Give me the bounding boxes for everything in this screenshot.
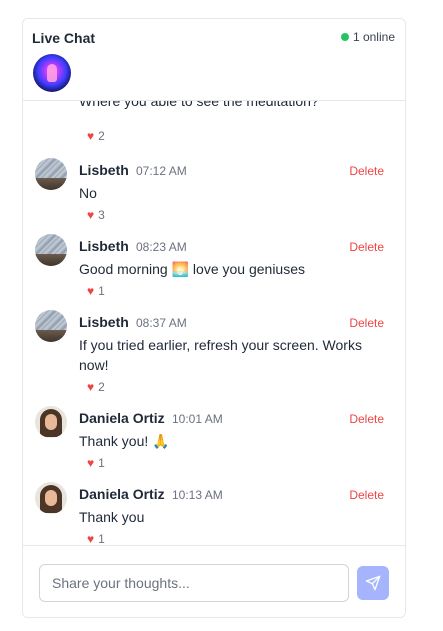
author-name: Lisbeth: [79, 314, 129, 330]
avatar[interactable]: [35, 158, 67, 190]
message-time: 08:23 AM: [136, 240, 187, 254]
message-text: No: [79, 185, 97, 201]
delete-button[interactable]: Delete: [349, 164, 384, 178]
message-text: Thank you! 🙏: [79, 433, 170, 449]
chat-header: Live Chat 1 online: [23, 19, 405, 101]
message-time: 08:37 AM: [136, 316, 187, 330]
heart-icon: ♥: [87, 208, 95, 222]
message-text: Thank you: [79, 509, 145, 525]
heart-icon: ♥: [87, 380, 95, 394]
message-time: 07:12 AM: [136, 164, 187, 178]
author-name: Daniela Ortiz: [79, 410, 165, 426]
avatar[interactable]: [35, 234, 67, 266]
host-avatar[interactable]: [33, 54, 71, 92]
avatar[interactable]: [35, 310, 67, 342]
heart-icon: ♥: [87, 532, 95, 545]
like-count: 1: [98, 456, 105, 470]
like-button[interactable]: ♥ 3: [87, 208, 105, 222]
message-input[interactable]: [39, 564, 349, 602]
message-text: Good morning 🌅 love you geniuses: [79, 261, 306, 277]
paper-plane-icon: [365, 575, 381, 591]
heart-icon: ♥: [87, 456, 95, 470]
delete-button[interactable]: Delete: [349, 316, 384, 330]
delete-button[interactable]: Delete: [349, 488, 384, 502]
heart-icon: ♥: [87, 129, 95, 143]
message-text: Where you able to see the meditation?: [79, 101, 319, 109]
like-count: 1: [98, 284, 105, 298]
avatar[interactable]: [35, 406, 67, 438]
like-button[interactable]: ♥ 1: [87, 456, 105, 470]
message-list[interactable]: Where you able to see the meditation? ♥ …: [23, 101, 405, 545]
like-count: 2: [98, 129, 105, 143]
like-count: 3: [98, 208, 105, 222]
online-count: 1 online: [352, 30, 395, 44]
author-name: Lisbeth: [79, 238, 129, 254]
delete-button[interactable]: Delete: [349, 240, 384, 254]
message-composer: [23, 545, 405, 617]
like-button[interactable]: ♥ 1: [87, 284, 105, 298]
online-dot-icon: [340, 33, 349, 41]
like-button[interactable]: ♥ 2: [87, 129, 105, 143]
like-button[interactable]: ♥ 1: [87, 532, 105, 545]
like-count: 1: [98, 532, 105, 545]
author-name: Daniela Ortiz: [79, 486, 165, 502]
message-time: 10:01 AM: [172, 412, 223, 426]
live-chat-panel: Live Chat 1 online Where you able to see…: [22, 18, 406, 618]
like-button[interactable]: ♥ 2: [87, 380, 105, 394]
avatar[interactable]: [35, 482, 67, 514]
like-count: 2: [98, 380, 105, 394]
send-button[interactable]: [357, 566, 389, 600]
heart-icon: ♥: [87, 284, 95, 298]
online-status: 1 online: [340, 30, 395, 44]
author-name: Lisbeth: [79, 162, 129, 178]
chat-title: Live Chat: [32, 30, 96, 46]
message-time: 10:13 AM: [172, 488, 223, 502]
message-text: If you tried earlier, refresh your scree…: [79, 337, 362, 373]
delete-button[interactable]: Delete: [349, 412, 384, 426]
